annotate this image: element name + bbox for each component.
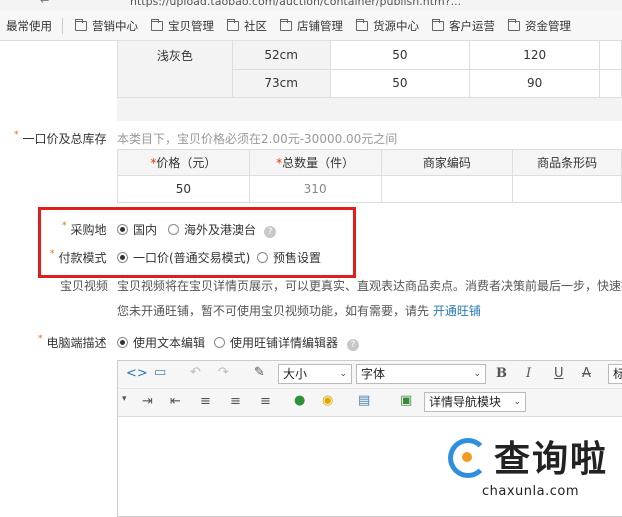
- image-icon[interactable]: ▣: [400, 393, 412, 408]
- video-description: 宝贝视频将在宝贝详情页展示，可以更真实、直观表达商品卖点。消费者决策前最后一步，…: [117, 279, 622, 293]
- align-left-icon[interactable]: ≡: [200, 394, 211, 409]
- barcode-header: 商品条形码: [512, 149, 622, 176]
- redo-icon[interactable]: ↷: [218, 365, 229, 380]
- merchant-code-input[interactable]: [380, 175, 514, 203]
- source-code-icon[interactable]: <>: [126, 366, 148, 381]
- required-star: *: [14, 130, 19, 140]
- radio-checked-icon: [117, 337, 128, 348]
- underline-button[interactable]: U: [554, 366, 564, 381]
- sku-qty-cell[interactable]: 50: [329, 68, 471, 98]
- bookmarks-bar: 最常使用 营销中心 宝贝管理 社区 店铺管理 货源中心 客户运营 资金管理: [0, 11, 622, 41]
- barcode-input[interactable]: [512, 175, 622, 203]
- bookmark-customer[interactable]: 客户运营: [432, 18, 495, 34]
- merchant-code-header: 商家编码: [380, 149, 514, 176]
- bold-button[interactable]: B: [496, 366, 507, 381]
- sku-price-cell[interactable]: 120: [469, 41, 601, 70]
- radio-unchecked-icon: [214, 337, 225, 348]
- folder-icon: [75, 18, 87, 31]
- watermark-logo: 查询啦 chaxunla.com: [444, 428, 622, 513]
- bookmark-most-used[interactable]: 最常使用: [6, 18, 52, 34]
- qty-header: *总数量（件）: [248, 149, 382, 176]
- video-notice: 您未开通旺铺，暂不可使用宝贝视频功能，如有需要，请先 开通旺铺: [117, 304, 481, 318]
- folder-icon: [356, 18, 368, 31]
- pc-desc-label: * 电脑端描述: [38, 334, 107, 350]
- chevron-down-icon: ⌄: [513, 397, 521, 407]
- font-size-select[interactable]: 大小 ⌄: [278, 364, 352, 384]
- outdent-icon[interactable]: ⇤: [170, 394, 181, 409]
- shop-editor-radio[interactable]: 使用旺铺详情编辑器: [214, 334, 338, 351]
- indent-icon[interactable]: ⇥: [142, 394, 153, 409]
- open-shop-link[interactable]: 开通旺铺: [433, 304, 481, 318]
- bookmark-community[interactable]: 社区: [227, 18, 267, 34]
- bookmark-supply[interactable]: 货源中心: [356, 18, 419, 34]
- italic-button[interactable]: I: [526, 366, 531, 381]
- sku-price-cell[interactable]: 90: [469, 68, 601, 98]
- video-label: 宝贝视频: [60, 279, 109, 293]
- folder-icon: [227, 18, 239, 31]
- sku-qty-cell[interactable]: 50: [329, 41, 471, 70]
- text-editor-radio[interactable]: 使用文本编辑: [117, 334, 205, 351]
- link-icon[interactable]: ●: [294, 393, 305, 408]
- url-text[interactable]: https://upload.taobao.com/auction/contai…: [130, 0, 461, 8]
- browser-address-bar: ← https://upload.taobao.com/auction/cont…: [0, 0, 622, 11]
- help-icon[interactable]: ?: [347, 335, 359, 351]
- price-stock-label: * 一口价及总库存: [14, 130, 107, 146]
- watermark-brand: 查询啦: [494, 439, 609, 480]
- folder-icon: [280, 18, 292, 31]
- strikethrough-button[interactable]: A: [582, 366, 591, 381]
- chevron-down-icon[interactable]: ▾: [122, 394, 127, 404]
- heading-select[interactable]: 标: [608, 364, 622, 384]
- folder-icon: [432, 18, 444, 31]
- align-right-icon[interactable]: ≡: [260, 394, 271, 409]
- watermark-domain: chaxunla.com: [482, 484, 579, 499]
- editor-toolbar-row-2: ▾ ⇥ ⇤ ≡ ≡ ≡ ● ◉ ▤ ▣ 详情导航模块 ⌄: [118, 389, 622, 417]
- sku-extra-cell[interactable]: [599, 41, 622, 70]
- required-star: *: [38, 334, 43, 344]
- sku-extra-cell[interactable]: [599, 68, 622, 98]
- editor-toolbar-row-1: <> ▭ ↶ ↷ ✎ 大小 ⌄ 字体 ⌄ B I U A 标: [118, 361, 622, 389]
- undo-icon[interactable]: ↶: [190, 365, 201, 380]
- detail-nav-module-select[interactable]: 详情导航模块 ⌄: [424, 392, 526, 412]
- price-hint: 本类目下，宝贝价格必须在2.00元-30000.00元之间: [117, 132, 398, 146]
- chevron-down-icon: ⌄: [473, 369, 481, 379]
- bookmark-item-manage[interactable]: 宝贝管理: [151, 18, 214, 34]
- table-icon[interactable]: ▤: [358, 393, 370, 408]
- bookmark-marketing[interactable]: 营销中心: [75, 18, 138, 34]
- bookmark-shop-manage[interactable]: 店铺管理: [280, 18, 343, 34]
- sku-size-cell: 52cm: [231, 41, 331, 70]
- folder-icon: [151, 18, 163, 31]
- font-family-select[interactable]: 字体 ⌄: [356, 364, 486, 384]
- price-table: *价格（元） *总数量（件） 商家编码 商品条形码 50 310: [117, 149, 622, 203]
- folder-icon: [508, 18, 520, 31]
- bookmark-separator: [62, 17, 63, 34]
- sku-color-cell: 浅灰色: [117, 41, 233, 98]
- emoticon-icon[interactable]: ◉: [322, 393, 333, 408]
- highlight-box: [38, 207, 356, 278]
- format-painter-icon[interactable]: ✎: [254, 365, 265, 380]
- qty-value: 310: [248, 175, 382, 203]
- chevron-down-icon: ⌄: [339, 369, 347, 379]
- sku-table: 浅灰色 52cm 50 120 73cm 50 90: [117, 41, 622, 98]
- nav-arrows-icon[interactable]: ←: [40, 0, 49, 7]
- bookmark-finance[interactable]: 资金管理: [508, 18, 571, 34]
- align-center-icon[interactable]: ≡: [230, 394, 241, 409]
- price-header: *价格（元）: [117, 149, 250, 176]
- sku-size-cell: 73cm: [231, 68, 331, 98]
- price-input[interactable]: 50: [117, 175, 250, 203]
- preview-icon[interactable]: ▭: [154, 365, 166, 380]
